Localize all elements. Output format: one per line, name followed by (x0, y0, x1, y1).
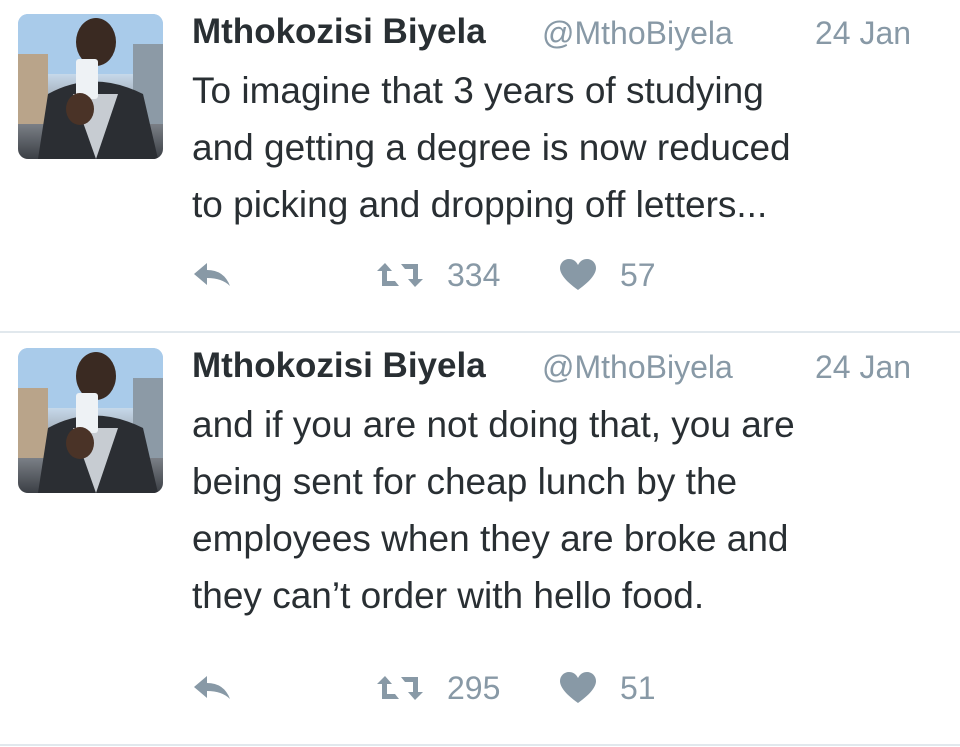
tweet-timestamp[interactable]: 24 Jan (815, 15, 911, 52)
avatar[interactable] (18, 348, 163, 493)
author-name[interactable]: Mthokozisi Biyela (192, 12, 486, 52)
author-name[interactable]: Mthokozisi Biyela (192, 346, 486, 386)
retweet-icon (377, 676, 423, 700)
like-button[interactable]: 57 (560, 255, 656, 295)
like-button[interactable]: 51 (560, 668, 656, 708)
tweet-actions: 295 51 (0, 668, 960, 708)
reply-button[interactable] (190, 259, 234, 291)
reply-button[interactable] (190, 672, 234, 704)
avatar[interactable] (18, 14, 163, 159)
tweet-actions: 334 57 (0, 255, 960, 295)
retweet-count: 334 (447, 256, 501, 293)
retweet-button[interactable]: 295 (375, 668, 500, 708)
tweet-text: To imagine that 3 years of studying and … (192, 70, 791, 225)
like-count: 51 (620, 669, 656, 706)
avatar-photo (18, 348, 163, 493)
reply-icon (194, 676, 230, 699)
like-count: 57 (620, 256, 656, 293)
retweet-button[interactable]: 334 (375, 255, 500, 295)
heart-icon (560, 672, 596, 703)
reply-icon (194, 263, 230, 286)
heart-icon (560, 259, 596, 290)
avatar-photo (18, 14, 163, 159)
tweet[interactable]: Mthokozisi Biyela @MthoBiyela 24 Jan To … (0, 0, 960, 332)
retweet-count: 295 (447, 669, 501, 706)
tweet-timestamp[interactable]: 24 Jan (815, 349, 911, 386)
tweet[interactable]: Mthokozisi Biyela @MthoBiyela 24 Jan and… (0, 334, 960, 745)
tweet-divider (0, 744, 960, 746)
tweet-divider (0, 331, 960, 333)
author-handle[interactable]: @MthoBiyela (542, 15, 733, 52)
author-handle[interactable]: @MthoBiyela (542, 349, 733, 386)
tweet-text: and if you are not doing that, you are b… (192, 404, 795, 616)
retweet-icon (377, 263, 423, 287)
